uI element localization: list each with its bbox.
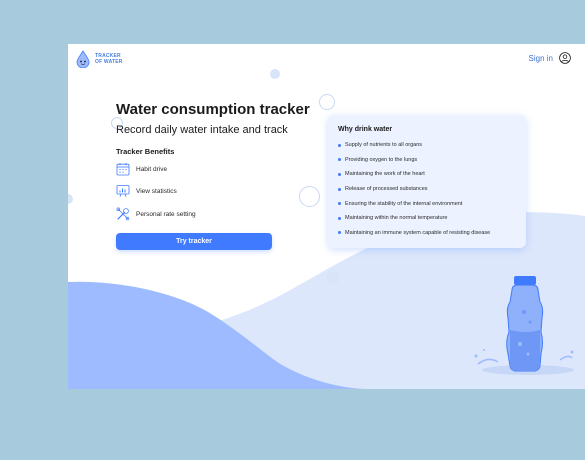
signin-area[interactable]: Sign in — [529, 52, 571, 64]
benefits-list: Supply of nutrients to all organs Provid… — [338, 138, 516, 240]
logo-line-2: OF WATER — [95, 59, 123, 65]
list-item: Maintaining an immune system capable of … — [338, 226, 516, 241]
page-subtitle: Record daily water intake and track — [116, 124, 288, 136]
user-circle-icon[interactable] — [559, 52, 571, 64]
bullet-icon — [338, 202, 341, 206]
water-bottle-icon — [474, 276, 574, 375]
bubble-decoration — [270, 69, 280, 79]
logo-text: TRACKER OF WATER — [95, 53, 123, 65]
bullet-icon — [338, 158, 341, 162]
page-title: Water consumption tracker — [116, 101, 310, 118]
benefit-label: View statistics — [136, 187, 177, 195]
bullet-icon — [338, 172, 341, 176]
list-item: Ensuring the stability of the internal e… — [338, 196, 516, 211]
benefit-item-rate: Personal rate setting — [116, 207, 196, 221]
bullet-icon — [338, 231, 341, 235]
bubble-decoration — [299, 186, 320, 207]
water-drop-logo-icon — [76, 50, 90, 68]
calendar-icon — [116, 163, 130, 176]
try-tracker-button[interactable]: Try tracker — [116, 233, 272, 250]
why-drink-water-card: Why drink water Supply of nutrients to a… — [328, 115, 526, 248]
tools-icon — [116, 207, 130, 221]
list-item-text: Maintaining the work of the heart — [345, 171, 425, 178]
bubble-decoration — [327, 272, 339, 284]
benefit-label: Habit drive — [136, 165, 168, 173]
benefit-item-habit: Habit drive — [116, 162, 167, 176]
card-title: Why drink water — [338, 126, 393, 133]
benefit-item-statistics: View statistics — [116, 184, 177, 198]
list-item-text: Ensuring the stability of the internal e… — [345, 200, 463, 207]
benefits-heading: Tracker Benefits — [116, 147, 175, 156]
bullet-icon — [338, 216, 341, 220]
bullet-icon — [338, 143, 341, 147]
list-item-text: Maintaining within the normal temperatur… — [345, 215, 448, 222]
list-item: Supply of nutrients to all organs — [338, 138, 516, 153]
list-item-text: Supply of nutrients to all organs — [345, 142, 423, 149]
list-item: Maintaining the work of the heart — [338, 167, 516, 182]
statistics-icon — [116, 185, 130, 197]
list-item: Providing oxygen to the lungs — [338, 153, 516, 168]
list-item: Maintaining within the normal temperatur… — [338, 211, 516, 226]
app-page: TRACKER OF WATER Sign in Water consumpti… — [68, 44, 585, 389]
bullet-icon — [338, 187, 341, 191]
logo[interactable]: TRACKER OF WATER — [74, 50, 123, 68]
list-item: Release of processed substances — [338, 182, 516, 197]
bubble-decoration — [319, 94, 335, 110]
list-item-text: Maintaining an immune system capable of … — [345, 229, 491, 236]
benefit-label: Personal rate setting — [136, 210, 196, 218]
list-item-text: Release of processed substances — [345, 186, 428, 193]
signin-link[interactable]: Sign in — [529, 54, 553, 63]
list-item-text: Providing oxygen to the lungs — [345, 156, 418, 163]
